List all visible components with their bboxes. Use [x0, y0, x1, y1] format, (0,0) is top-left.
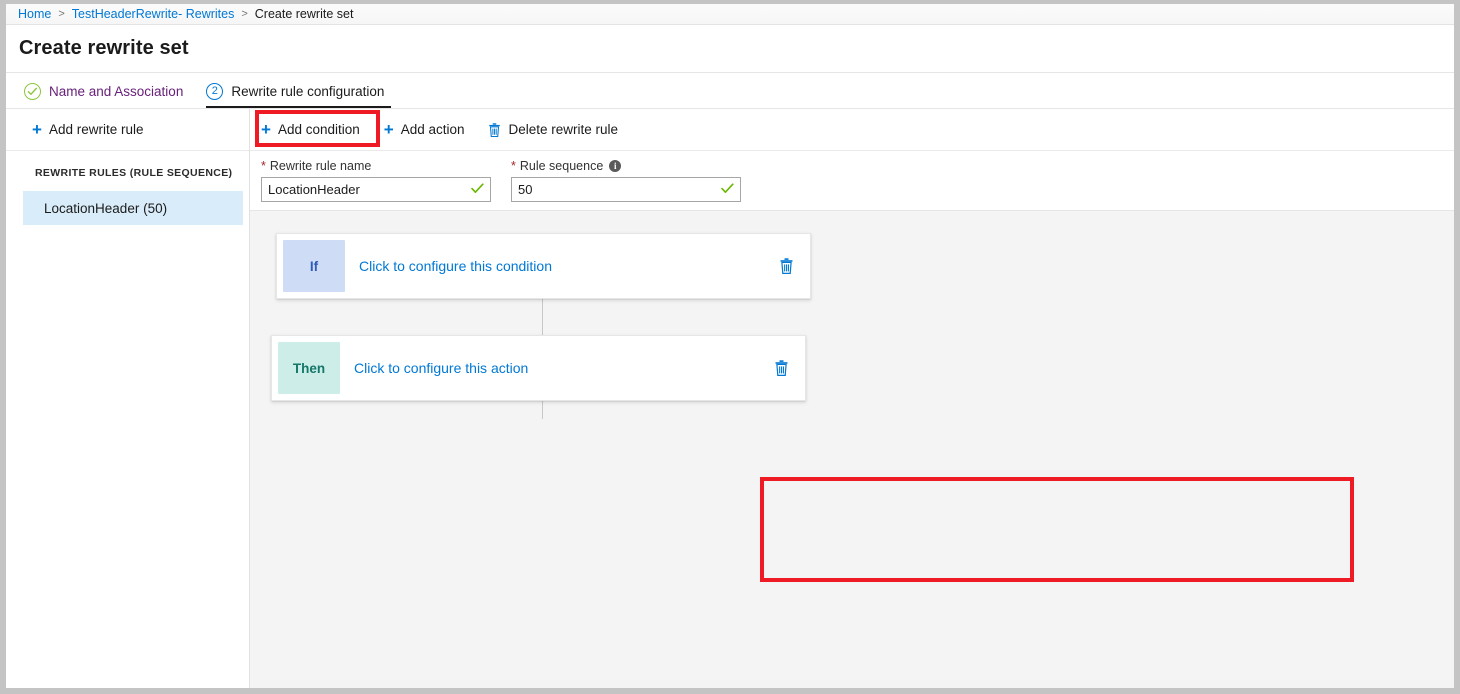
page-title: Create rewrite set — [19, 37, 189, 60]
action-card[interactable]: Then Click to configure this action — [271, 335, 806, 401]
label-text: Rewrite rule name — [270, 159, 371, 173]
rule-sequence-input[interactable] — [512, 178, 740, 201]
wizard-step-tabs: Name and Association 2 Rewrite rule conf… — [6, 73, 1454, 109]
rule-sequence-field: * Rule sequence i — [511, 159, 741, 210]
azure-blade: Home > TestHeaderRewrite- Rewrites > Cre… — [6, 4, 1454, 688]
sidebar-toolbar: + Add rewrite rule — [6, 109, 249, 151]
rewrite-rule-name-field: * Rewrite rule name — [261, 159, 491, 210]
rewrite-rule-name-label: * Rewrite rule name — [261, 159, 491, 173]
plus-icon: + — [261, 121, 271, 138]
rewrite-rule-name-input-wrap — [261, 177, 491, 202]
rule-properties-form: * Rewrite rule name * — [250, 151, 1454, 211]
breadcrumb-item-current: Create rewrite set — [255, 7, 354, 21]
rule-sequence-label: * Rule sequence i — [511, 159, 741, 173]
rewrite-rule-label: LocationHeader (50) — [44, 201, 167, 216]
tab-name-and-association[interactable]: Name and Association — [24, 74, 190, 108]
condition-card[interactable]: If Click to configure this condition — [276, 233, 811, 299]
info-icon[interactable]: i — [609, 160, 621, 172]
blade-title-bar: Create rewrite set — [6, 25, 1454, 73]
delete-action-button[interactable] — [774, 360, 789, 376]
delete-rewrite-rule-button[interactable]: Delete rewrite rule — [488, 122, 618, 137]
rewrite-rules-sidebar: + Add rewrite rule REWRITE RULES (RULE S… — [6, 109, 250, 688]
sidebar-section-title: REWRITE RULES (RULE SEQUENCE) — [6, 151, 249, 179]
plus-icon: + — [32, 121, 42, 138]
rule-command-bar: + Add condition + Add action — [250, 109, 1454, 151]
add-condition-button[interactable]: + Add condition — [261, 121, 360, 138]
label-text: Rule sequence — [520, 159, 603, 173]
check-circle-icon — [24, 83, 41, 100]
rewrite-rule-list-item[interactable]: LocationHeader (50) — [23, 191, 243, 225]
add-action-label: Add action — [401, 122, 465, 137]
breadcrumb: Home > TestHeaderRewrite- Rewrites > Cre… — [6, 4, 1454, 25]
step-number-circle-icon: 2 — [206, 83, 223, 100]
plus-icon: + — [384, 121, 394, 138]
tab-rewrite-rule-configuration[interactable]: 2 Rewrite rule configuration — [206, 74, 391, 108]
breadcrumb-separator-icon: > — [58, 8, 64, 20]
rule-canvas: If Click to configure this condition — [250, 211, 1454, 688]
rule-editor-pane: + Add condition + Add action — [250, 109, 1454, 688]
add-rewrite-rule-label: Add rewrite rule — [49, 122, 144, 137]
tab-label: Name and Association — [49, 84, 183, 99]
add-action-button[interactable]: + Add action — [384, 121, 465, 138]
breadcrumb-item-rewrites[interactable]: TestHeaderRewrite- Rewrites — [72, 7, 235, 21]
rewrite-rules-list: LocationHeader (50) — [6, 191, 249, 225]
delete-condition-button[interactable] — [779, 258, 794, 274]
then-tag: Then — [278, 342, 340, 394]
blade-body: + Add rewrite rule REWRITE RULES (RULE S… — [6, 109, 1454, 688]
configure-condition-link[interactable]: Click to configure this condition — [359, 258, 779, 274]
add-rewrite-rule-button[interactable]: + Add rewrite rule — [32, 121, 143, 138]
required-marker: * — [511, 159, 516, 173]
delete-rewrite-rule-label: Delete rewrite rule — [508, 122, 618, 137]
breadcrumb-item-home[interactable]: Home — [18, 7, 51, 21]
tab-label: Rewrite rule configuration — [231, 84, 384, 99]
rule-sequence-input-wrap — [511, 177, 741, 202]
configure-action-link[interactable]: Click to configure this action — [354, 360, 774, 376]
breadcrumb-separator-icon: > — [241, 8, 247, 20]
required-marker: * — [261, 159, 266, 173]
trash-icon — [488, 123, 501, 137]
add-condition-label: Add condition — [278, 122, 360, 137]
rewrite-rule-name-input[interactable] — [262, 178, 490, 201]
if-tag: If — [283, 240, 345, 292]
